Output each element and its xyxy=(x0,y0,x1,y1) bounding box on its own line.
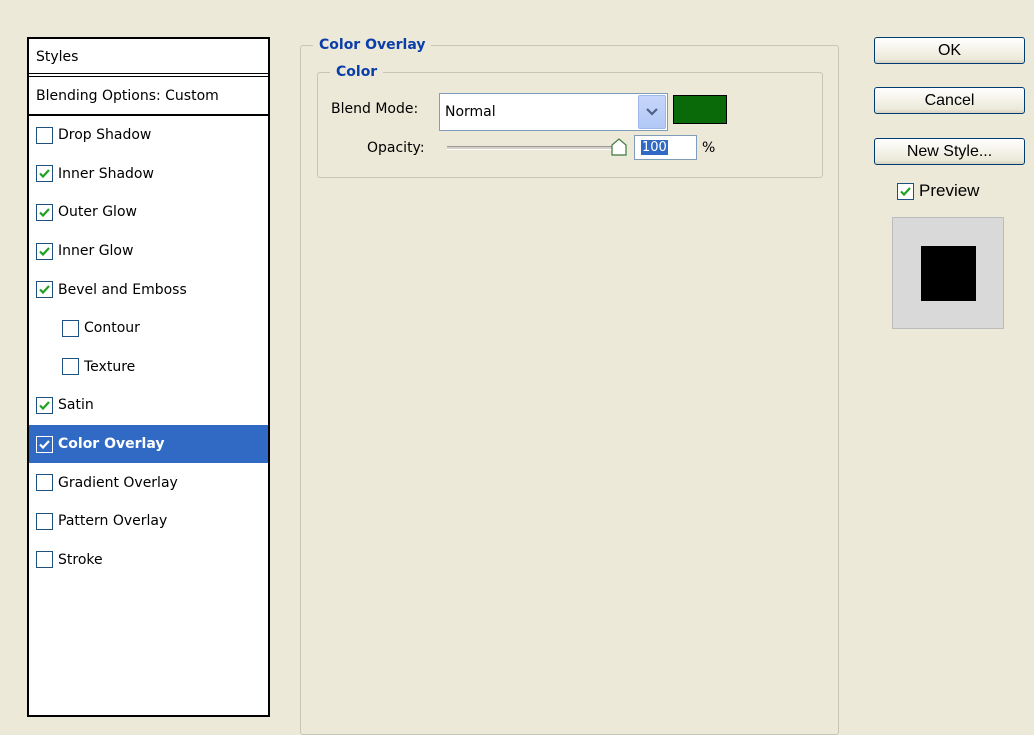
color-group-title: Color xyxy=(330,62,384,82)
color-swatch[interactable] xyxy=(673,95,727,124)
checkbox-checked-icon[interactable] xyxy=(36,203,53,221)
style-item-label: Inner Glow xyxy=(58,243,134,260)
style-item-inner-glow[interactable]: Inner Glow xyxy=(29,232,268,271)
preview-checkbox[interactable]: Preview xyxy=(897,181,979,201)
new-style-button[interactable]: New Style... xyxy=(874,138,1025,165)
style-item-contour[interactable]: Contour xyxy=(29,309,268,348)
checkbox-checked-icon[interactable] xyxy=(36,242,53,260)
style-item-label: Pattern Overlay xyxy=(58,513,168,530)
style-item-texture[interactable]: Texture xyxy=(29,348,268,387)
style-item-label: Satin xyxy=(58,397,94,414)
color-overlay-title: Color Overlay xyxy=(313,35,432,55)
style-item-label: Contour xyxy=(84,320,140,337)
checkbox-unchecked-icon[interactable] xyxy=(36,512,53,530)
blend-mode-value: Normal xyxy=(445,104,496,120)
style-item-label: Drop Shadow xyxy=(58,127,152,144)
style-item-label: Outer Glow xyxy=(58,204,137,221)
style-item-gradient-overlay[interactable]: Gradient Overlay xyxy=(29,463,268,502)
style-item-label: Color Overlay xyxy=(58,436,165,453)
checkbox-checked-icon[interactable] xyxy=(36,435,53,453)
checkbox-unchecked-icon[interactable] xyxy=(36,126,53,144)
style-item-color-overlay[interactable]: Color Overlay xyxy=(29,424,268,464)
opacity-value: 100 xyxy=(641,140,668,155)
style-preview xyxy=(892,217,1004,329)
opacity-input[interactable]: 100 xyxy=(634,135,697,160)
checkbox-unchecked-icon[interactable] xyxy=(36,551,53,569)
blending-options-item[interactable]: Blending Options: Custom xyxy=(29,77,268,116)
opacity-unit: % xyxy=(702,140,716,156)
style-item-drop-shadow[interactable]: Drop Shadow xyxy=(29,116,268,155)
style-item-label: Stroke xyxy=(58,551,103,568)
preview-check-icon[interactable] xyxy=(897,182,914,200)
style-item-inner-shadow[interactable]: Inner Shadow xyxy=(29,155,268,194)
style-item-outer-glow[interactable]: Outer Glow xyxy=(29,193,268,232)
checkbox-checked-icon[interactable] xyxy=(36,396,53,414)
style-item-label: Inner Shadow xyxy=(58,165,154,182)
opacity-slider-track[interactable] xyxy=(447,146,623,150)
checkbox-checked-icon[interactable] xyxy=(36,281,53,299)
preview-label: Preview xyxy=(919,181,980,200)
style-item-label: Bevel and Emboss xyxy=(58,281,187,298)
style-item-satin[interactable]: Satin xyxy=(29,386,268,425)
blend-mode-label: Blend Mode: xyxy=(331,101,419,117)
style-item-pattern-overlay[interactable]: Pattern Overlay xyxy=(29,502,268,541)
checkbox-unchecked-icon[interactable] xyxy=(62,358,79,376)
style-item-stroke[interactable]: Stroke xyxy=(29,541,268,580)
ok-button[interactable]: OK xyxy=(874,37,1025,64)
preview-swatch xyxy=(921,246,976,301)
opacity-label: Opacity: xyxy=(367,140,425,156)
checkbox-unchecked-icon[interactable] xyxy=(62,319,79,337)
checkbox-checked-icon[interactable] xyxy=(36,165,53,183)
style-item-label: Gradient Overlay xyxy=(58,474,178,491)
styles-header[interactable]: Styles xyxy=(29,39,268,77)
style-item-bevel-and-emboss[interactable]: Bevel and Emboss xyxy=(29,270,268,309)
opacity-slider-thumb-icon[interactable] xyxy=(611,138,627,156)
cancel-button[interactable]: Cancel xyxy=(874,87,1025,114)
checkbox-unchecked-icon[interactable] xyxy=(36,474,53,492)
blend-mode-select[interactable]: Normal xyxy=(439,93,668,131)
styles-list: Styles Blending Options: Custom Drop Sha… xyxy=(27,37,270,717)
style-item-label: Texture xyxy=(84,358,136,375)
chevron-down-icon[interactable] xyxy=(638,95,666,129)
